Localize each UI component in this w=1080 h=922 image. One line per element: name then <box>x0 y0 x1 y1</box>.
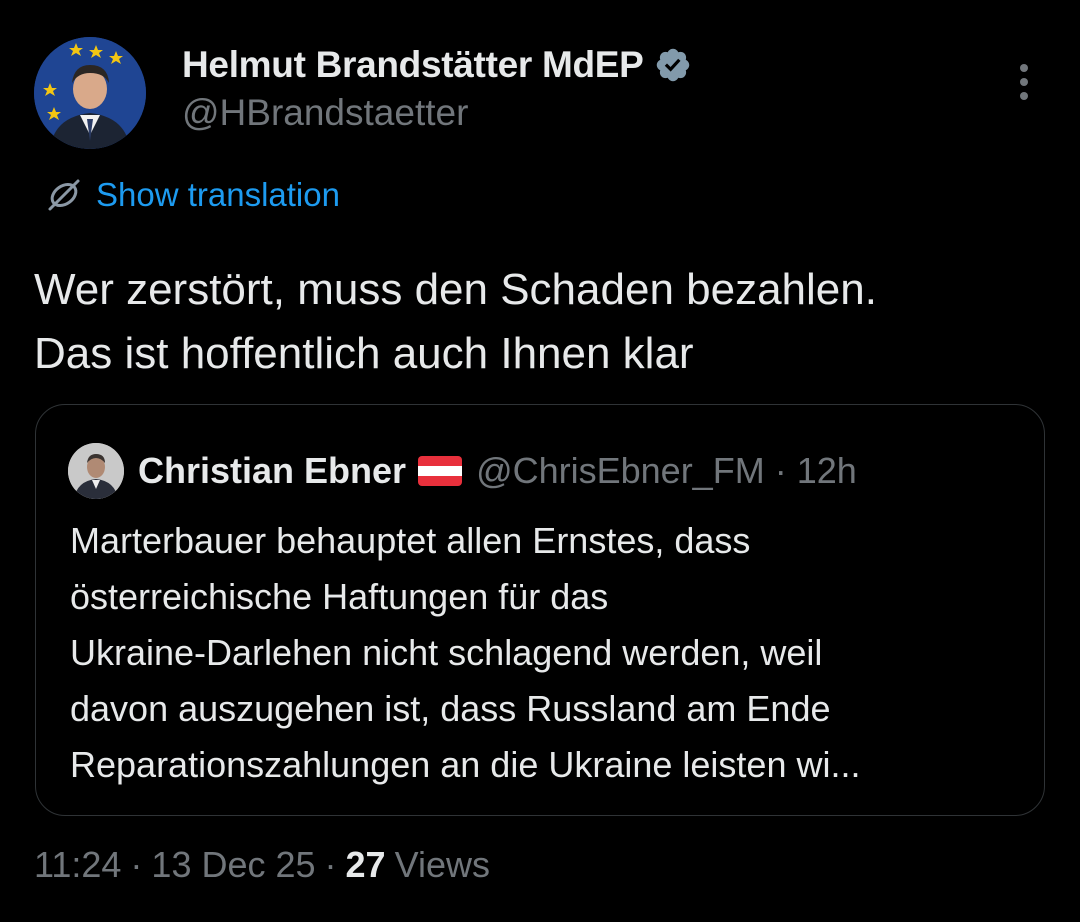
quoted-tweet-text: Marterbauer behauptet allen Ernstes, das… <box>70 520 861 785</box>
meta-separator: · <box>324 844 337 885</box>
more-vertical-icon <box>1020 64 1028 100</box>
views-count[interactable]: 27 <box>346 844 386 886</box>
quoted-author-handle: @ChrisEbner_FM <box>476 450 765 491</box>
translate-icon <box>48 179 80 211</box>
author-avatar[interactable] <box>34 37 146 149</box>
tweet-text: Wer zerstört, muss den Schaden bezahlen.… <box>34 265 877 378</box>
show-translation-link[interactable]: Show translation <box>44 175 340 215</box>
avatar-photo <box>34 37 146 149</box>
author-display-name[interactable]: Helmut Brandstätter MdEP <box>182 44 644 86</box>
tweet-date[interactable]: 13 Dec 25 <box>151 844 315 886</box>
quoted-author-name: Christian Ebner <box>138 450 407 491</box>
verified-badge-icon[interactable] <box>654 46 692 84</box>
show-translation-label: Show translation <box>96 176 340 213</box>
tweet-time[interactable]: 11:24 <box>34 844 121 886</box>
quoted-author-avatar[interactable] <box>68 443 124 499</box>
quoted-separator: · <box>774 450 787 491</box>
quoted-avatar-photo <box>68 443 124 499</box>
austria-flag-icon <box>418 456 463 486</box>
quoted-timestamp: 12h <box>796 450 857 491</box>
quoted-tweet-header: Christian Ebner @ChrisEbner_FM · 12h <box>68 443 857 499</box>
tweet-meta: 11:24 · 13 Dec 25 · 27 Views <box>34 840 490 890</box>
author-handle[interactable]: @HBrandstaetter <box>182 92 692 134</box>
tweet-detail: Helmut Brandstätter MdEP @HBrandstaetter… <box>0 0 1080 922</box>
author-info: Helmut Brandstätter MdEP @HBrandstaetter <box>182 40 692 134</box>
views-label[interactable]: Views <box>395 844 490 886</box>
quoted-tweet-card[interactable]: Christian Ebner @ChrisEbner_FM · 12h Mar… <box>35 404 1045 816</box>
meta-separator: · <box>130 844 143 885</box>
more-options-button[interactable] <box>1004 60 1044 104</box>
